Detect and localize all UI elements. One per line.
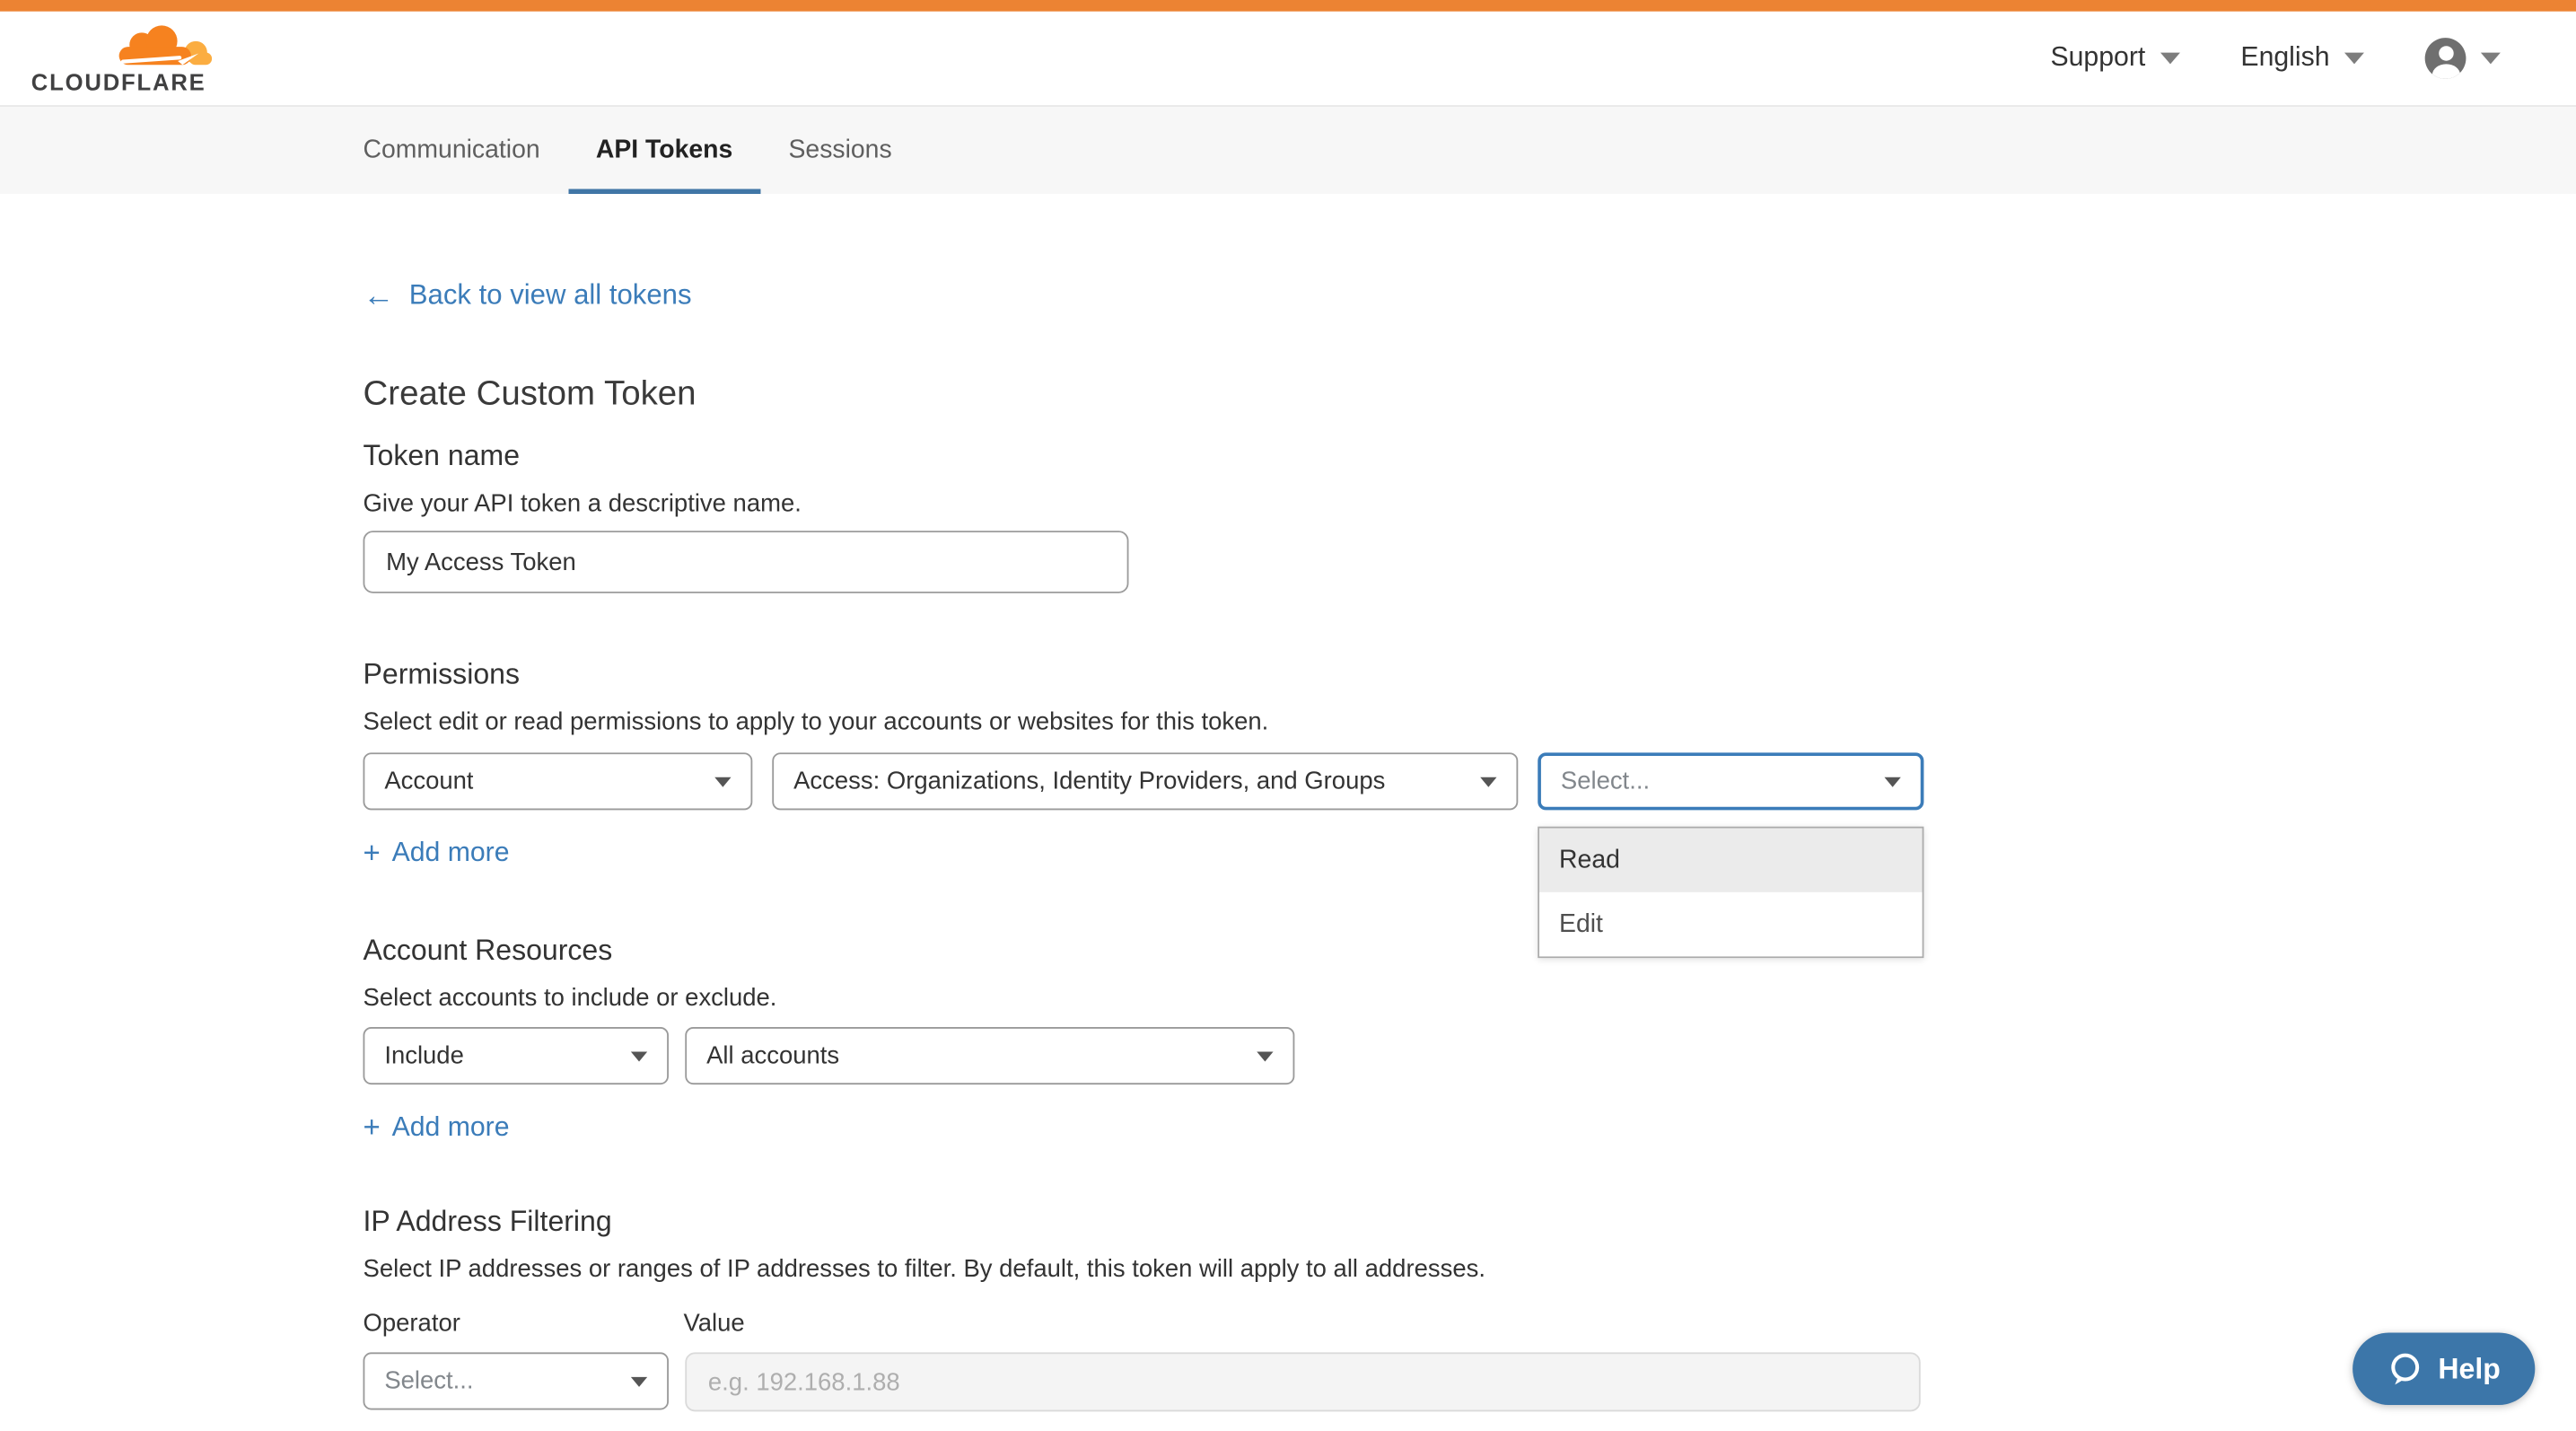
create-token-form: ← Back to view all tokens Create Custom … bbox=[0, 194, 2576, 1411]
user-avatar-icon bbox=[2425, 38, 2466, 79]
account-resources-add-more-label: Add more bbox=[392, 1111, 510, 1144]
tab-sessions[interactable]: Sessions bbox=[760, 107, 919, 194]
support-menu[interactable]: Support bbox=[2050, 43, 2179, 75]
permissions-add-more-link[interactable]: + Add more bbox=[364, 837, 510, 870]
menu-option-read[interactable]: Read bbox=[1539, 829, 1922, 892]
token-name-description: Give your API token a descriptive name. bbox=[364, 489, 2576, 517]
account-resources-add-more-link[interactable]: + Add more bbox=[364, 1111, 510, 1144]
tab-communication-label: Communication bbox=[364, 136, 540, 164]
account-resources-row: Include All accounts bbox=[364, 1027, 2576, 1084]
chat-bubble-icon bbox=[2388, 1351, 2423, 1387]
tab-api-tokens[interactable]: API Tokens bbox=[568, 107, 761, 194]
caret-down-icon bbox=[2481, 53, 2501, 65]
caret-down-icon bbox=[631, 1051, 647, 1061]
ip-operator-select[interactable]: Select... bbox=[364, 1352, 669, 1409]
caret-down-icon bbox=[1480, 777, 1496, 786]
resource-mode-value: Include bbox=[384, 1041, 464, 1069]
plus-icon: + bbox=[364, 1112, 381, 1142]
permissions-description: Select edit or read permissions to apply… bbox=[364, 708, 2576, 736]
cloudflare-logo[interactable]: CLOUDFLARE bbox=[31, 23, 212, 94]
permissions-title: Permissions bbox=[364, 659, 2576, 689]
permissions-row: Account Access: Organizations, Identity … bbox=[364, 752, 2576, 810]
account-menu[interactable] bbox=[2425, 38, 2501, 79]
tab-communication[interactable]: Communication bbox=[335, 107, 567, 194]
back-arrow-icon: ← bbox=[364, 280, 395, 312]
ip-filtering-labels: Operator Value bbox=[364, 1310, 2576, 1338]
language-menu[interactable]: English bbox=[2240, 43, 2364, 75]
account-resources-description: Select accounts to include or exclude. bbox=[364, 984, 2576, 1012]
account-resources-title: Account Resources bbox=[364, 935, 2576, 964]
back-link-label: Back to view all tokens bbox=[409, 279, 692, 312]
resource-scope-value: All accounts bbox=[706, 1041, 839, 1069]
header-actions: Support English bbox=[2050, 38, 2500, 79]
caret-down-icon bbox=[714, 777, 731, 786]
help-button-label: Help bbox=[2438, 1352, 2500, 1386]
permission-level-select[interactable]: Select... bbox=[1538, 752, 1923, 810]
tab-sessions-label: Sessions bbox=[789, 136, 892, 164]
back-to-tokens-link[interactable]: ← Back to view all tokens bbox=[364, 279, 692, 312]
brand-name: CLOUDFLARE bbox=[31, 73, 212, 94]
permission-resource-value: Access: Organizations, Identity Provider… bbox=[793, 768, 1385, 795]
resource-scope-select[interactable]: All accounts bbox=[685, 1027, 1294, 1084]
page-title: Create Custom Token bbox=[364, 374, 2576, 414]
permissions-add-more-label: Add more bbox=[392, 837, 510, 870]
support-label: Support bbox=[2050, 43, 2145, 75]
ip-filtering-row: Select... bbox=[364, 1352, 2576, 1411]
permission-level-menu: Read Edit bbox=[1538, 827, 1923, 958]
cloudflare-dashboard: CLOUDFLARE Support English Communication… bbox=[0, 0, 2576, 1431]
plus-icon: + bbox=[364, 838, 381, 868]
permission-resource-select[interactable]: Access: Organizations, Identity Provider… bbox=[772, 752, 1518, 810]
brand-accent-bar bbox=[0, 0, 2576, 12]
cloudflare-cloud-icon bbox=[113, 23, 212, 71]
value-label: Value bbox=[683, 1310, 744, 1338]
caret-down-icon bbox=[631, 1376, 647, 1386]
permission-level-wrap: Select... Read Edit bbox=[1538, 752, 1923, 810]
profile-tabs: Communication API Tokens Sessions bbox=[0, 105, 2576, 194]
caret-down-icon bbox=[2344, 53, 2364, 65]
token-name-input[interactable] bbox=[364, 531, 1129, 593]
language-label: English bbox=[2240, 43, 2329, 75]
ip-filtering-description: Select IP addresses or ranges of IP addr… bbox=[364, 1255, 2576, 1283]
permission-scope-value: Account bbox=[384, 768, 473, 795]
ip-filtering-title: IP Address Filtering bbox=[364, 1207, 2576, 1236]
help-button[interactable]: Help bbox=[2353, 1332, 2535, 1405]
caret-down-icon bbox=[2160, 53, 2180, 65]
permission-scope-select[interactable]: Account bbox=[364, 752, 753, 810]
menu-option-edit[interactable]: Edit bbox=[1539, 892, 1922, 956]
tab-api-tokens-label: API Tokens bbox=[596, 136, 732, 164]
resource-mode-select[interactable]: Include bbox=[364, 1027, 669, 1084]
ip-value-input[interactable] bbox=[685, 1352, 1920, 1411]
caret-down-icon bbox=[1257, 1051, 1273, 1061]
operator-label: Operator bbox=[364, 1310, 669, 1338]
token-name-title: Token name bbox=[364, 441, 2576, 470]
ip-operator-placeholder: Select... bbox=[384, 1367, 473, 1395]
permission-level-placeholder: Select... bbox=[1561, 768, 1650, 795]
caret-down-icon bbox=[1884, 777, 1900, 786]
app-header: CLOUDFLARE Support English bbox=[0, 12, 2576, 105]
